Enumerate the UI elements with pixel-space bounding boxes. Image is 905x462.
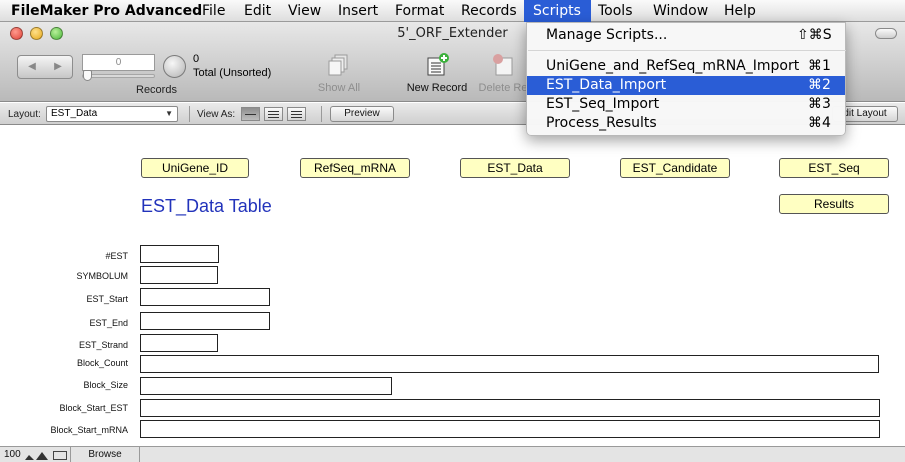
menu-item-shortcut: ⌘2	[808, 77, 831, 93]
menu-item-label: EST_Data_Import	[546, 77, 667, 93]
layout-label: Layout:	[8, 109, 41, 120]
menu-bar: FileMaker Pro Advanced File Edit View In…	[0, 0, 905, 22]
layout-select-value: EST_Data	[51, 108, 98, 119]
record-slider-knob[interactable]	[83, 70, 92, 81]
found-count: 0	[193, 53, 200, 65]
view-as-list-button[interactable]	[264, 107, 283, 121]
book-icon[interactable]: ◀ ▶	[17, 55, 73, 79]
record-slider[interactable]	[82, 74, 155, 78]
view-as-table-button[interactable]	[287, 107, 306, 121]
nav-button-est-candidate[interactable]: EST_Candidate	[620, 158, 730, 178]
menu-app[interactable]: FileMaker Pro Advanced	[11, 0, 202, 22]
menu-item-shortcut: ⇧⌘S	[797, 27, 832, 43]
new-record-button[interactable]: New Record	[402, 52, 472, 94]
menu-item-shortcut: ⌘4	[808, 115, 831, 131]
menu-view[interactable]: View	[288, 0, 321, 22]
view-as-label: View As:	[197, 109, 236, 120]
new-record-icon	[424, 52, 450, 78]
status-bar: 100 Browse	[0, 446, 905, 462]
zoom-out-icon[interactable]	[25, 451, 34, 460]
records-label: Records	[136, 84, 177, 96]
field-block-size[interactable]	[140, 377, 392, 395]
field-label-block-start-est: Block_Start_EST	[59, 403, 128, 413]
show-all-button[interactable]: Show All	[312, 52, 366, 94]
previous-record-icon[interactable]: ◀	[21, 60, 43, 74]
field-label-est-end: EST_End	[89, 318, 128, 328]
zoom-level[interactable]: 100	[4, 449, 21, 460]
scripts-menu: Manage Scripts... ⇧⌘S UniGene_and_RefSeq…	[526, 22, 846, 136]
zoom-in-icon[interactable]	[36, 451, 48, 460]
nav-button-est-data[interactable]: EST_Data	[460, 158, 570, 178]
current-record-input[interactable]: 0	[82, 54, 155, 71]
menu-item-label: Process_Results	[546, 115, 657, 131]
menu-scripts[interactable]: Scripts	[524, 0, 591, 22]
delete-record-icon	[490, 52, 516, 78]
field-label-block-size: Block_Size	[83, 380, 128, 390]
menu-item-shortcut: ⌘1	[808, 58, 831, 74]
menu-item-label: EST_Seq_Import	[546, 96, 660, 112]
new-record-label: New Record	[406, 82, 468, 94]
pie-icon[interactable]	[163, 55, 186, 78]
field-symbolum[interactable]	[140, 266, 218, 284]
field-est-strand[interactable]	[140, 334, 218, 352]
field-label-block-start-mrna: Block_Start_mRNA	[50, 425, 128, 435]
divider	[321, 106, 322, 122]
show-all-label: Show All	[317, 82, 361, 94]
chevron-down-icon: ▼	[165, 109, 173, 118]
menu-format[interactable]: Format	[395, 0, 444, 22]
field-block-start-est[interactable]	[140, 399, 880, 417]
menu-separator	[528, 50, 846, 51]
menu-file[interactable]: File	[202, 0, 225, 22]
field-label-est-strand: EST_Strand	[78, 340, 128, 350]
field-label-est-start: EST_Start	[86, 294, 128, 304]
menu-item-unigene-refseq-import[interactable]: UniGene_and_RefSeq_mRNA_Import ⌘1	[527, 57, 845, 76]
menu-item-label: UniGene_and_RefSeq_mRNA_Import	[546, 58, 800, 74]
layout-select[interactable]: EST_Data ▼	[46, 106, 178, 122]
total-label: Total (Unsorted)	[193, 67, 272, 79]
nav-button-refseq-mrna[interactable]: RefSeq_mRNA	[300, 158, 410, 178]
delete-record-label: Delete Re	[478, 82, 528, 94]
mode-label[interactable]: Browse	[70, 447, 140, 462]
menu-item-est-seq-import[interactable]: EST_Seq_Import ⌘3	[527, 95, 845, 114]
nav-button-results[interactable]: Results	[779, 194, 889, 214]
field-label-symbolum: SYMBOLUM	[76, 271, 128, 281]
menu-item-manage-scripts[interactable]: Manage Scripts... ⇧⌘S	[527, 26, 845, 45]
next-record-icon[interactable]: ▶	[47, 60, 69, 74]
menu-records[interactable]: Records	[461, 0, 517, 22]
show-all-icon	[326, 52, 352, 78]
layout-content	[0, 126, 905, 446]
menu-window[interactable]: Window	[653, 0, 708, 22]
preview-button[interactable]: Preview	[330, 106, 394, 122]
menu-item-shortcut: ⌘3	[808, 96, 831, 112]
menu-tools[interactable]: Tools	[598, 0, 633, 22]
view-as-form-button[interactable]	[241, 107, 260, 121]
menu-item-label: Manage Scripts...	[546, 27, 668, 43]
field-block-count[interactable]	[140, 355, 879, 373]
field-est-start[interactable]	[140, 288, 270, 306]
menu-insert[interactable]: Insert	[338, 0, 378, 22]
menu-edit[interactable]: Edit	[244, 0, 271, 22]
field-est[interactable]	[140, 245, 219, 263]
menu-item-est-data-import[interactable]: EST_Data_Import ⌘2	[527, 76, 845, 95]
menu-item-process-results[interactable]: Process_Results ⌘4	[527, 114, 845, 133]
divider	[189, 106, 190, 122]
field-label-block-count: Block_Count	[76, 358, 128, 368]
toolbar-toggle-button[interactable]	[875, 28, 897, 39]
page-title: EST_Data Table	[141, 196, 272, 216]
field-label-est: #EST	[105, 251, 128, 261]
menu-help[interactable]: Help	[724, 0, 756, 22]
nav-button-est-seq[interactable]: EST_Seq	[779, 158, 889, 178]
status-toolbar-toggle-icon[interactable]	[53, 451, 67, 460]
delete-record-button[interactable]: Delete Re	[476, 52, 530, 94]
nav-button-unigene-id[interactable]: UniGene_ID	[141, 158, 249, 178]
field-block-start-mrna[interactable]	[140, 420, 880, 438]
field-est-end[interactable]	[140, 312, 270, 330]
